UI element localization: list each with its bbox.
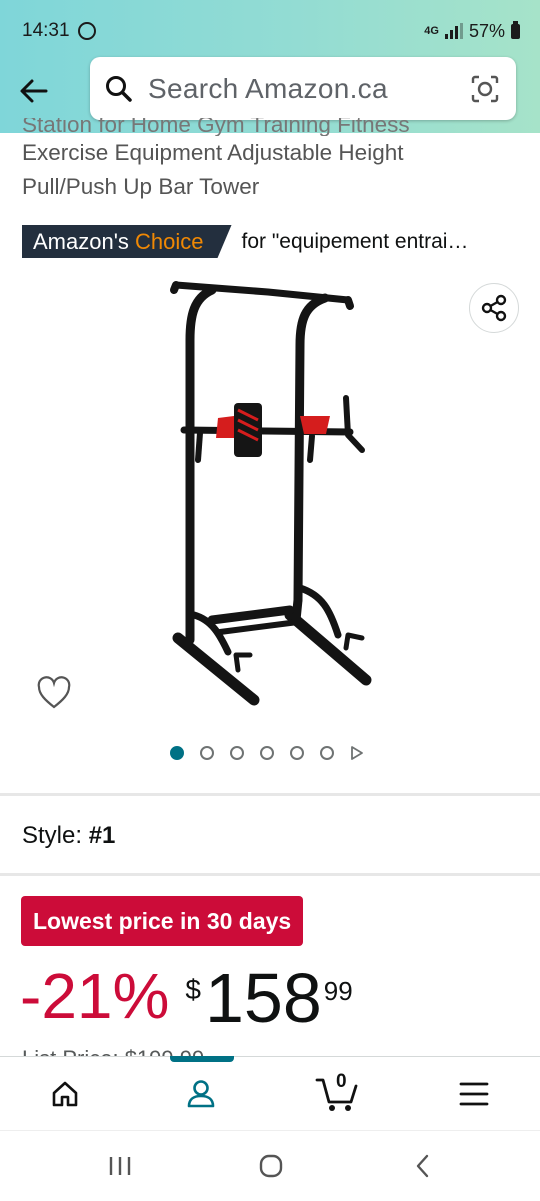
carousel-dot[interactable] [170,746,184,760]
recents-icon [109,1157,131,1175]
carousel-dot[interactable] [290,746,304,760]
back-arrow-icon[interactable] [16,73,52,109]
nav-home[interactable] [35,1057,95,1130]
style-label: Style: [22,822,83,849]
divider [0,873,540,876]
carousel-dot[interactable] [260,746,274,760]
back-button[interactable] [398,1149,448,1183]
battery-icon [511,20,520,39]
share-icon [481,294,507,322]
amazons-choice-badge: Amazon's Choice [22,225,232,258]
nav-cart[interactable]: 0 [307,1057,367,1130]
price-row: -21% $ 158 99 [20,960,353,1036]
choice-query: for "equipement entrai… [241,229,469,253]
product-title: Station for Home Gym Training Fitness Ex… [22,118,522,204]
account-icon [187,1079,215,1107]
search-bar[interactable]: Search Amazon.ca [90,57,516,120]
title-line: Exercise Equipment Adjustable Height [22,140,404,165]
nav-account[interactable] [171,1057,231,1130]
price-whole: 158 [204,959,322,1037]
bottom-nav: 0 [0,1056,540,1130]
carousel-indicator [170,745,364,761]
system-nav-bar [0,1130,540,1201]
divider [0,793,540,796]
choice-suffix: Choice [135,229,204,254]
carousel-dot[interactable] [200,746,214,760]
network-indicator: 4G [424,25,439,37]
deal-badge: Lowest price in 30 days [21,896,304,946]
title-line: Station for Home Gym Training Fitness [22,118,410,136]
choice-prefix: Amazon's [33,229,129,254]
whatsapp-icon [77,22,96,40]
heart-icon[interactable] [36,676,72,710]
back-chevron-icon [416,1154,429,1178]
title-line: Pull/Push Up Bar Tower [22,174,260,199]
share-button[interactable] [469,283,519,333]
list-price: List Price: $199.99 [22,1040,204,1056]
nav-menu[interactable] [444,1057,504,1130]
carousel-dot[interactable] [230,746,244,760]
search-icon [106,75,132,102]
status-bar: 14:31 4G 57% [22,14,520,48]
cart-count: 0 [336,1071,347,1092]
battery-percent: 57% [468,20,505,41]
amazons-choice-row[interactable]: Amazon's Choice for "equipement entrai… [22,225,468,258]
status-time: 14:31 [22,20,70,41]
signal-icon [444,23,463,39]
price-currency: $ [185,974,201,1005]
status-right: 4G 57% [424,20,520,42]
home-circle-icon [259,1154,283,1178]
home-button[interactable] [246,1149,296,1183]
camera-lens-icon[interactable] [470,74,500,104]
top-bar: 14:31 4G 57% Search Amazon.ca [0,0,540,133]
menu-icon [459,1082,489,1105]
style-row: Style: #1 [22,822,115,850]
nav-active-indicator [170,1056,234,1062]
list-price-text: List Price: $199.99 [22,1044,204,1056]
price-fraction: 99 [323,976,353,1006]
recents-button[interactable] [95,1149,145,1183]
carousel-dot[interactable] [320,746,334,760]
video-play-icon[interactable] [350,745,364,761]
style-value: #1 [88,822,116,849]
discount-percent: -21% [20,960,170,1032]
product-image[interactable] [150,270,390,720]
search-input[interactable]: Search Amazon.ca [148,73,388,105]
home-icon [52,1081,78,1106]
